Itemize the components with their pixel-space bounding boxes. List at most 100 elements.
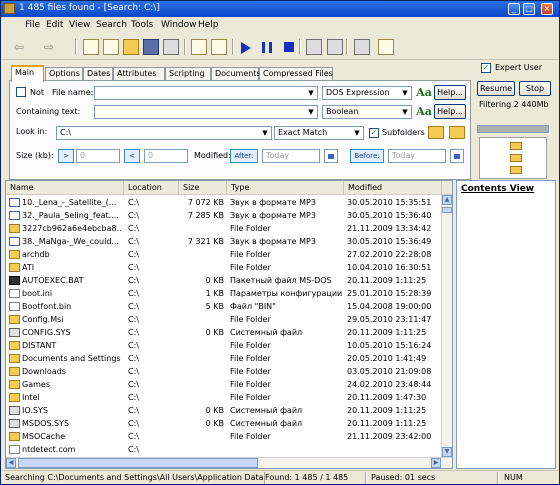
maximize-button[interactable]: □ bbox=[523, 3, 535, 15]
column-location[interactable]: Location bbox=[124, 181, 179, 195]
expert-user-checkbox[interactable]: ✓ bbox=[481, 63, 491, 73]
menu-tools[interactable]: Tools bbox=[131, 20, 153, 30]
table-row[interactable]: Downloads C:\ File Folder 03.05.2010 21:09:… bbox=[6, 365, 442, 378]
size-max-input[interactable]: 0 bbox=[144, 149, 188, 163]
menu-window[interactable]: Window bbox=[161, 20, 197, 30]
save-icon[interactable] bbox=[143, 39, 159, 55]
look-in-input[interactable]: C:\ ▼ bbox=[56, 126, 272, 140]
size-less-button[interactable]: < bbox=[124, 149, 140, 163]
scroll-left-button[interactable]: ◀ bbox=[6, 458, 16, 468]
menu-edit[interactable]: Edit bbox=[46, 20, 63, 30]
size-greater-button[interactable]: > bbox=[58, 149, 74, 163]
after-date-input[interactable]: Today bbox=[262, 149, 320, 163]
file-name-mode-select[interactable]: DOS Expression ▼ bbox=[322, 86, 412, 100]
horizontal-scrollbar[interactable]: ◀ ▶ bbox=[6, 457, 452, 468]
file-name-input[interactable]: ▼ bbox=[94, 86, 318, 100]
tab-options[interactable]: Options bbox=[45, 67, 83, 81]
table-row[interactable]: Bootfont.bin C:\ 5 KB Файл "BIN" 15.04.2008 … bbox=[6, 300, 442, 313]
table-row[interactable]: MSOCache C:\ File Folder 21.11.2009 23:42:0… bbox=[6, 430, 442, 443]
chevron-down-icon[interactable]: ▼ bbox=[351, 127, 363, 139]
menu-file[interactable]: File bbox=[25, 20, 40, 30]
tab-compressed-files[interactable]: Compressed Files bbox=[259, 67, 333, 81]
forward-icon[interactable]: ⇨ bbox=[41, 39, 57, 55]
minimize-button[interactable]: _ bbox=[508, 3, 520, 15]
scroll-down-button[interactable]: ▼ bbox=[442, 447, 452, 457]
chevron-down-icon[interactable]: ▼ bbox=[305, 87, 317, 99]
table-row[interactable]: 3227cb962a6e4ebcba8... C:\ File Folder 21.1… bbox=[6, 222, 442, 235]
chevron-down-icon[interactable]: ▼ bbox=[305, 106, 317, 118]
vertical-scrollbar[interactable]: ▲ ▼ bbox=[441, 195, 452, 457]
chevron-down-icon[interactable]: ▼ bbox=[259, 127, 271, 139]
back-icon[interactable]: ⇦ bbox=[11, 39, 27, 55]
table-row[interactable]: Config.Msi C:\ File Folder 29.05.2010 23:11… bbox=[6, 313, 442, 326]
pause-icon[interactable] bbox=[262, 42, 272, 53]
save-all-icon[interactable] bbox=[163, 39, 179, 55]
table-row[interactable]: archdb C:\ File Folder 27.02.2010 22:28:08 bbox=[6, 248, 442, 261]
menu-view[interactable]: View bbox=[69, 20, 90, 30]
table-row[interactable]: Games C:\ File Folder 24.02.2010 23:48:44 bbox=[6, 378, 442, 391]
help-book-icon[interactable] bbox=[378, 39, 394, 55]
open-folder-icon[interactable] bbox=[449, 126, 465, 139]
table-row[interactable]: MSDOS.SYS C:\ 0 KB Системный файл 20.11.2009… bbox=[6, 417, 442, 430]
properties-icon[interactable] bbox=[327, 39, 343, 55]
before-calendar-icon[interactable] bbox=[450, 149, 464, 163]
table-row[interactable]: IO.SYS C:\ 0 KB Системный файл 20.11.2009 1:… bbox=[6, 404, 442, 417]
start-search-icon[interactable] bbox=[241, 42, 251, 54]
new-search-icon[interactable] bbox=[83, 39, 99, 55]
view-icon[interactable] bbox=[306, 39, 322, 55]
results-list[interactable]: Name Location Size Type Modified 10._Len… bbox=[5, 180, 453, 469]
open-icon[interactable] bbox=[123, 39, 139, 55]
find-icon[interactable] bbox=[211, 39, 227, 55]
after-calendar-icon[interactable] bbox=[324, 149, 338, 163]
tab-attributes[interactable]: Attributes bbox=[113, 67, 165, 81]
stop-button[interactable]: Stop bbox=[519, 81, 551, 96]
column-modified[interactable]: Modified bbox=[344, 181, 442, 195]
tab-dates[interactable]: Dates bbox=[83, 67, 113, 81]
before-date-input[interactable]: Today bbox=[388, 149, 446, 163]
table-row[interactable]: 38._MaNga-_We_could... C:\ 7 321 KB Звук в … bbox=[6, 235, 442, 248]
after-button[interactable]: After: bbox=[230, 149, 258, 163]
table-row[interactable]: ATI C:\ File Folder 10.04.2010 16:30:51 bbox=[6, 261, 442, 274]
file-name-help-button[interactable]: Help... bbox=[434, 85, 466, 100]
table-row[interactable]: boot.ini C:\ 1 KB Параметры конфигурации 25.… bbox=[6, 287, 442, 300]
tab-scripting[interactable]: Scripting bbox=[165, 67, 211, 81]
subfolders-checkbox[interactable]: ✓ bbox=[369, 128, 379, 138]
not-checkbox[interactable] bbox=[16, 87, 26, 97]
table-row[interactable]: DISTANT C:\ File Folder 10.05.2010 15:16:24 bbox=[6, 339, 442, 352]
print-icon[interactable] bbox=[354, 39, 370, 55]
close-button[interactable]: × bbox=[541, 3, 553, 15]
chevron-down-icon[interactable]: ▼ bbox=[399, 87, 411, 99]
column-name[interactable]: Name bbox=[6, 181, 124, 195]
table-row[interactable]: 32._Paula_Seling_feat.... C:\ 7 285 KB Звук… bbox=[6, 209, 442, 222]
containing-mode-select[interactable]: Boolean ▼ bbox=[322, 105, 412, 119]
table-row[interactable]: AUTOEXEC.BAT C:\ 0 KB Пакетный файл MS-DOS 2… bbox=[6, 274, 442, 287]
scroll-up-button[interactable]: ▲ bbox=[442, 195, 452, 205]
before-button[interactable]: Before: bbox=[350, 149, 384, 163]
tab-documents[interactable]: Documents bbox=[211, 67, 261, 81]
column-size[interactable]: Size bbox=[179, 181, 227, 195]
table-row[interactable]: Intel C:\ File Folder 20.11.2009 1:47:30 bbox=[6, 391, 442, 404]
browse-folder-icon[interactable] bbox=[428, 126, 444, 139]
containing-help-button[interactable]: Help... bbox=[434, 104, 466, 119]
match-mode-select[interactable]: Exact Match ▼ bbox=[274, 126, 364, 140]
size-min-input[interactable]: 0 bbox=[76, 149, 120, 163]
case-sensitive-icon[interactable]: Aa bbox=[416, 85, 432, 101]
column-type[interactable]: Type bbox=[227, 181, 344, 195]
containing-text-input[interactable]: ▼ bbox=[94, 105, 318, 119]
menu-search[interactable]: Search bbox=[96, 20, 127, 30]
chevron-down-icon[interactable]: ▼ bbox=[399, 106, 411, 118]
new-window-icon[interactable] bbox=[103, 39, 119, 55]
table-row[interactable]: 10._Lena_-_Satellite_(... C:\ 7 072 KB Звук… bbox=[6, 196, 442, 209]
table-row[interactable]: Documents and Settings C:\ File Folder 20.0… bbox=[6, 352, 442, 365]
menu-help[interactable]: Help bbox=[198, 20, 219, 30]
scroll-right-button[interactable]: ▶ bbox=[431, 458, 441, 468]
h-scroll-thumb[interactable] bbox=[18, 458, 258, 468]
table-row[interactable]: ntdetect.com C:\ bbox=[6, 443, 442, 456]
scroll-thumb[interactable] bbox=[442, 207, 452, 213]
resume-button[interactable]: Resume bbox=[477, 81, 515, 96]
tab-main[interactable]: Main bbox=[11, 65, 44, 82]
preview-icon[interactable] bbox=[191, 39, 207, 55]
stop-icon[interactable] bbox=[284, 42, 294, 52]
table-row[interactable]: CONFIG.SYS C:\ 0 KB Системный файл 20.11.200… bbox=[6, 326, 442, 339]
text-case-sensitive-icon[interactable]: Aa bbox=[416, 104, 432, 120]
